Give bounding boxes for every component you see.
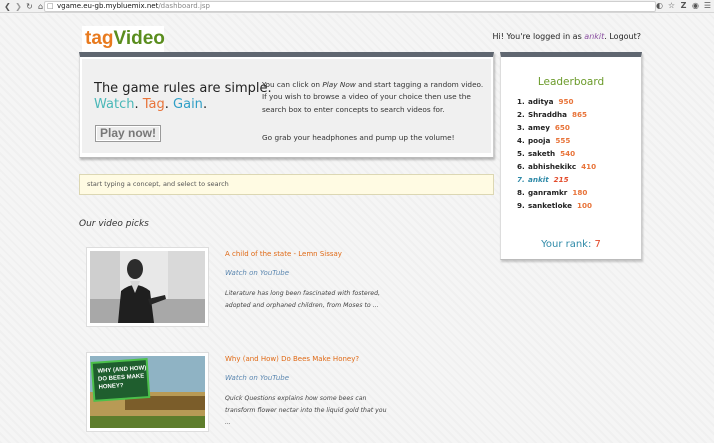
- star-icon[interactable]: ☆: [667, 1, 676, 11]
- hero-title: The game rules are simple.: [94, 81, 272, 96]
- player-name: ganramkr: [528, 188, 568, 197]
- logo-part-video: Video: [113, 28, 165, 49]
- rank-number: 8.: [517, 188, 525, 197]
- video-thumbnail[interactable]: WHY (AND HOW) DO BEES MAKE HONEY?: [86, 352, 209, 432]
- video-title-link[interactable]: Why (and How) Do Bees Make Honey?: [225, 355, 359, 363]
- rank-number: 2.: [517, 110, 525, 119]
- leaderboard-list: 1. aditya 950 2. Shraddha 865 3. amey 650 4. po…: [517, 97, 637, 214]
- leaderboard-title: Leaderboard: [537, 76, 605, 88]
- menu-icon[interactable]: ☰: [703, 1, 712, 11]
- your-rank-label: Your rank:: [541, 239, 595, 250]
- player-score: 555: [555, 136, 571, 145]
- player-name: amey: [528, 123, 550, 132]
- rank-number: 1.: [517, 97, 525, 106]
- login-prefix: Hi! You're logged in as: [492, 32, 585, 41]
- video-description: Literature has long been fascinated with…: [225, 290, 380, 309]
- hero-headphones-text: Go grab your headphones and pump up the …: [262, 133, 455, 142]
- video-item: A child of the state - Lemn Sissay Watch…: [86, 247, 386, 327]
- player-score: 180: [572, 188, 588, 197]
- leaderboard-row: 6. abhishekikc 410: [517, 162, 637, 175]
- bees-thumbnail-text: WHY (AND HOW) DO BEES MAKE HONEY?: [97, 365, 147, 391]
- browser-toolbar: ❮ ❯ ↻ ⌂ □ vgame.eu-gb.mybluemix.net/dash…: [0, 0, 714, 13]
- leaderboard-row: 9. sanketloke 100: [517, 201, 637, 214]
- leaderboard-row: 8. ganramkr 180: [517, 188, 637, 201]
- address-bar[interactable]: □ vgame.eu-gb.mybluemix.net/dashboard.js…: [44, 1, 656, 12]
- hero-panel: The game rules are simple. Watch. Tag. G…: [79, 52, 494, 158]
- player-name: abhishekikc: [528, 162, 577, 171]
- player-name: saketh: [528, 149, 556, 158]
- player-score: 215: [553, 175, 569, 184]
- your-rank-value: 7: [594, 239, 601, 250]
- contrast-icon[interactable]: ◐: [655, 1, 664, 11]
- player-name: ankit: [528, 175, 549, 184]
- url-host: vgame.eu-gb.mybluemix.net: [57, 2, 159, 10]
- video-description: Quick Questions explains how some bees c…: [225, 395, 387, 426]
- tagline-tag: Tag: [142, 97, 165, 112]
- watch-on-youtube-link[interactable]: Watch on YouTube: [225, 374, 289, 382]
- video-picks-title: Our video picks: [79, 219, 149, 229]
- player-name: aditya: [528, 97, 554, 106]
- speaker-thumbnail-image: [90, 251, 205, 323]
- reload-icon[interactable]: ↻: [24, 1, 35, 12]
- video-thumbnail[interactable]: [86, 247, 209, 327]
- rank-number: 3.: [517, 123, 525, 132]
- player-score: 410: [581, 162, 597, 171]
- leaderboard-row: 3. amey 650: [517, 123, 637, 136]
- player-name: Shraddha: [528, 110, 567, 119]
- instructions-play-now: Play Now: [322, 80, 356, 89]
- tagline-gain: Gain: [173, 97, 203, 112]
- hero-instructions: You can click on Play Now and start tagg…: [262, 79, 484, 116]
- watch-on-youtube-link[interactable]: Watch on YouTube: [225, 269, 289, 277]
- back-icon[interactable]: ❮: [2, 1, 13, 12]
- page-icon: □: [47, 2, 54, 10]
- logout-link[interactable]: Logout?: [609, 32, 641, 41]
- player-score: 950: [558, 97, 574, 106]
- your-rank: Your rank: 7: [501, 239, 641, 250]
- rank-number: 5.: [517, 149, 525, 158]
- leaderboard-row: 2. Shraddha 865: [517, 110, 637, 123]
- player-score: 100: [577, 201, 593, 210]
- hero-tagline: Watch. Tag. Gain.: [94, 97, 208, 112]
- video-item: WHY (AND HOW) DO BEES MAKE HONEY? Why (a…: [86, 352, 387, 432]
- leaderboard-row: 1. aditya 950: [517, 97, 637, 110]
- login-status: Hi! You're logged in as ankit. Logout?: [492, 32, 641, 41]
- player-score: 865: [571, 110, 587, 119]
- rank-number: 9.: [517, 201, 525, 210]
- logo-part-tag: tag: [85, 28, 114, 49]
- url-path: /dashboard.jsp: [158, 2, 210, 10]
- play-now-button[interactable]: Play now!: [95, 125, 161, 142]
- rank-number: 7.: [517, 175, 525, 184]
- tagline-watch: Watch: [94, 97, 135, 112]
- rank-number: 4.: [517, 136, 525, 145]
- leaderboard-row: 4. pooja 555: [517, 136, 637, 149]
- forward-icon[interactable]: ❯: [13, 1, 24, 12]
- player-name: pooja: [528, 136, 551, 145]
- hero-inner: The game rules are simple. Watch. Tag. G…: [82, 59, 491, 153]
- rank-number: 6.: [517, 162, 525, 171]
- video-title-link[interactable]: A child of the state - Lemn Sissay: [225, 250, 342, 258]
- player-score: 540: [560, 149, 576, 158]
- logo[interactable]: tagVideo: [82, 26, 165, 52]
- leaderboard-row: 5. saketh 540: [517, 149, 637, 162]
- concept-search-input[interactable]: start typing a concept, and select to se…: [79, 174, 494, 195]
- page-body: tagVideo Hi! You're logged in as ankit. …: [0, 14, 714, 443]
- instructions-part1: You can click on: [262, 80, 323, 89]
- player-score: 650: [554, 123, 570, 132]
- extension-z-icon[interactable]: Z: [679, 1, 688, 11]
- extension-circle-icon[interactable]: ◉: [691, 1, 700, 11]
- leaderboard-panel: Leaderboard 1. aditya 950 2. Shraddha 865 3.…: [500, 52, 642, 260]
- username-link[interactable]: ankit: [584, 32, 604, 41]
- player-name: sanketloke: [528, 201, 573, 210]
- leaderboard-row-current-user: 7. ankit 215: [517, 175, 637, 188]
